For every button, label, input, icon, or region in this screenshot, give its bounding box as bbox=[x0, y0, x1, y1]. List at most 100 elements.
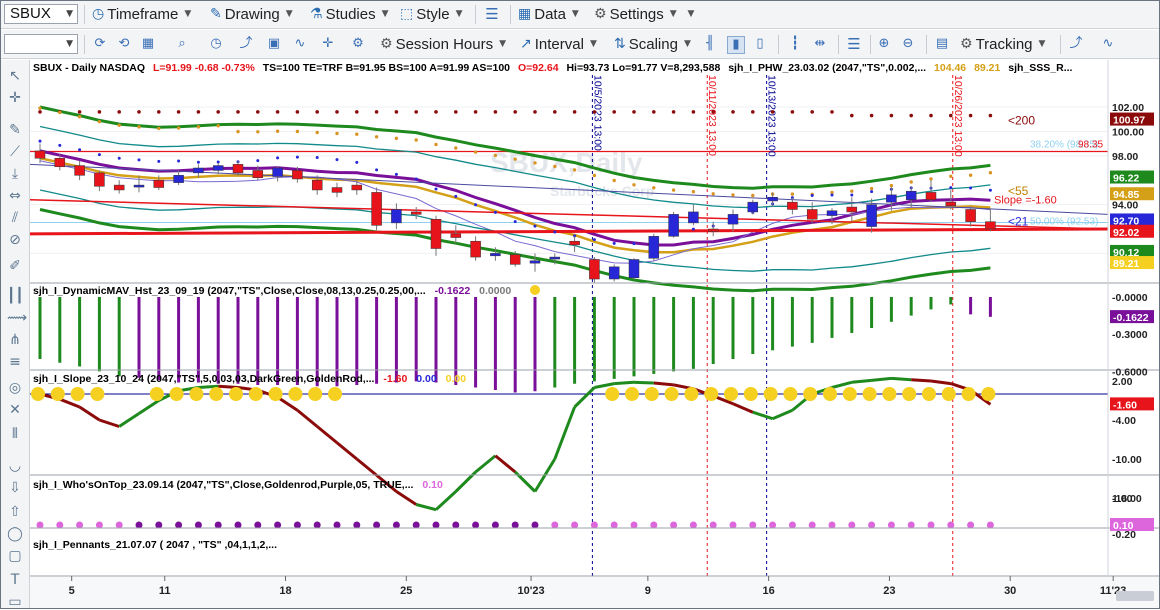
slope-signal-dot bbox=[70, 387, 85, 401]
text-box-icon[interactable]: ▭ bbox=[7, 594, 23, 610]
symbol-list-select[interactable]: ▼ bbox=[4, 34, 78, 54]
slope-signal-dot bbox=[308, 387, 323, 401]
session-hours-menu[interactable]: ⚙ Session Hours ▼ bbox=[380, 34, 506, 54]
wave-icon[interactable]: ∿ bbox=[292, 36, 308, 52]
ma200-dot bbox=[691, 110, 696, 114]
whos-on-top-panel[interactable] bbox=[36, 521, 994, 529]
toolbar-divider bbox=[510, 5, 511, 24]
studies-label: Studies bbox=[325, 5, 376, 23]
ma-dot bbox=[315, 130, 319, 135]
refresh-icon[interactable]: ⟳ bbox=[92, 36, 108, 52]
rectangle-icon[interactable]: ▢ bbox=[7, 548, 23, 564]
volume-bars-icon[interactable]: ┇ bbox=[787, 36, 803, 52]
tracking-menu[interactable]: ⚙ Tracking ▼ bbox=[960, 34, 1045, 54]
zoom-out-icon[interactable]: ⊖ bbox=[900, 36, 916, 52]
arrow-up-icon[interactable]: ⇧ bbox=[7, 504, 23, 520]
drawing-toolbar: ↖ ✛ ✎ ⟋ ⤓ ⇔ ⫽ ⊘ ✐ ┃┃ ⟿ ⋔ ≡ ◎ ✕ ⦀ ◡ ⇩ ⇧ ◯… bbox=[0, 60, 30, 610]
cycle-icon[interactable]: ◎ bbox=[7, 380, 23, 396]
ma-dot bbox=[751, 193, 755, 198]
bars-icon[interactable]: ┃┃ bbox=[7, 288, 24, 304]
pointer-icon[interactable]: ↖ bbox=[7, 68, 23, 84]
overflow-chevron-icon[interactable]: ▼ bbox=[683, 6, 699, 22]
hollow-candle-style-icon[interactable]: ▯ bbox=[752, 36, 768, 52]
horizontal-scrollbar[interactable] bbox=[1116, 591, 1154, 601]
candlestick-style-icon[interactable]: ▮ bbox=[727, 36, 745, 54]
fan-icon[interactable]: ⟿ bbox=[7, 310, 27, 326]
measure-icon[interactable]: ⇔ bbox=[7, 188, 23, 204]
wrench-icon[interactable]: ✎ bbox=[7, 122, 23, 138]
slope-signal-dot bbox=[783, 387, 798, 401]
symbol-input[interactable]: SBUX ▼ bbox=[4, 4, 78, 24]
trendline-icon[interactable]: ⟋ bbox=[7, 144, 23, 160]
time-icon[interactable]: ◷ bbox=[208, 36, 224, 52]
wave-icon[interactable]: ∿ bbox=[1100, 36, 1116, 52]
crosshair-icon[interactable]: ✛ bbox=[7, 90, 23, 106]
slope-signal-dot bbox=[625, 387, 639, 401]
arrow-down-icon[interactable]: ⇩ bbox=[7, 480, 23, 496]
grid-icon: ▦ bbox=[518, 6, 532, 22]
price-tick-label: 102.00 bbox=[1112, 102, 1144, 114]
whos-on-top-dot bbox=[590, 521, 598, 529]
ma200-dot bbox=[236, 110, 240, 114]
chart-area[interactable]: SBUX,Daily Starbucks Corp 38.20% (98.35)… bbox=[30, 60, 1160, 609]
text-icon[interactable]: T bbox=[7, 572, 23, 588]
bar-chart-style-icon[interactable]: ╢ bbox=[702, 36, 718, 52]
chart-image-icon[interactable]: ▣ bbox=[266, 36, 282, 52]
interval-menu[interactable]: ↗ Interval ▼ bbox=[520, 34, 597, 54]
style-menu[interactable]: ⬚ Style ▼ bbox=[400, 4, 463, 24]
settings-menu[interactable]: ⚙ Settings ▼ bbox=[594, 4, 677, 24]
whos-on-top-dot bbox=[491, 521, 499, 529]
blue-dot bbox=[949, 186, 953, 190]
horizontal-line-icon[interactable]: ⤓ bbox=[7, 166, 23, 182]
panels-icon[interactable]: ☰ bbox=[484, 6, 500, 22]
whos-on-top-dot bbox=[293, 521, 301, 529]
crosshair-icon[interactable]: ✛ bbox=[320, 36, 336, 52]
settings-grid-icon[interactable]: ⚙ bbox=[350, 36, 366, 52]
zoom-in-icon[interactable]: ⊕ bbox=[876, 36, 892, 52]
whos-on-top-dot bbox=[373, 521, 381, 529]
zoom-icon[interactable]: ⌕ bbox=[174, 36, 190, 52]
ma-dot bbox=[414, 138, 418, 142]
vertical-lines-icon[interactable]: ⦀ bbox=[7, 426, 23, 442]
drawing-menu[interactable]: ✎ Drawing ▼ bbox=[210, 4, 293, 24]
lines-icon[interactable]: ≡ bbox=[7, 354, 23, 370]
time-tick-label: 5 bbox=[69, 585, 75, 597]
ellipse-icon[interactable]: ◯ bbox=[7, 526, 23, 542]
pitchfork-icon[interactable]: ⋔ bbox=[7, 332, 23, 348]
pencil-icon[interactable]: ✐ bbox=[7, 258, 23, 274]
drawing-tools-icon[interactable]: ⤴ bbox=[238, 36, 254, 52]
whos-on-top-dot bbox=[927, 521, 935, 529]
event-line-label: 10/13/2023 13:00 bbox=[766, 75, 778, 157]
blue-dot bbox=[276, 156, 280, 160]
ma200-dot bbox=[770, 110, 775, 114]
scaling-menu[interactable]: ⇅ Scaling ▼ bbox=[614, 34, 691, 54]
data-window-icon[interactable]: ▤ bbox=[934, 36, 950, 52]
slope-signal-dot bbox=[209, 387, 224, 401]
ma200-dot bbox=[355, 110, 359, 114]
slope-signal-dot bbox=[941, 387, 956, 401]
data-menu[interactable]: ▦ Data ▼ bbox=[518, 4, 579, 24]
add-study-icon[interactable]: ⤴ bbox=[1068, 36, 1084, 52]
drawing-label: Drawing bbox=[224, 5, 280, 23]
timeframe-menu[interactable]: ◷ Timeframe ▼ bbox=[92, 4, 191, 24]
ma200-dot bbox=[533, 110, 537, 114]
channel-icon[interactable]: ⫽ bbox=[7, 210, 23, 226]
whos-on-top-dot bbox=[848, 521, 856, 529]
blue-dot bbox=[196, 160, 200, 164]
whos-on-top-dot bbox=[749, 521, 757, 529]
fibonacci-icon[interactable]: ⊘ bbox=[7, 232, 23, 248]
grid-icon[interactable]: ▦ bbox=[140, 36, 156, 52]
studies-menu[interactable]: ⚗ Studies ▼ bbox=[310, 4, 389, 24]
chevron-down-icon: ▼ bbox=[589, 39, 597, 49]
slope-signal-dot bbox=[229, 387, 243, 401]
panels-icon[interactable]: ☰ bbox=[846, 36, 862, 52]
link-icon[interactable]: ⟲ bbox=[116, 36, 132, 52]
compress-icon[interactable]: ⇹ bbox=[812, 36, 828, 52]
x-axis-background bbox=[30, 577, 1160, 609]
candle-body bbox=[450, 233, 462, 238]
arc-icon[interactable]: ◡ bbox=[7, 458, 23, 474]
candle-body bbox=[846, 206, 858, 213]
ma200-dot bbox=[731, 110, 735, 114]
gann-icon[interactable]: ✕ bbox=[7, 402, 23, 418]
ma-dot bbox=[671, 188, 676, 192]
